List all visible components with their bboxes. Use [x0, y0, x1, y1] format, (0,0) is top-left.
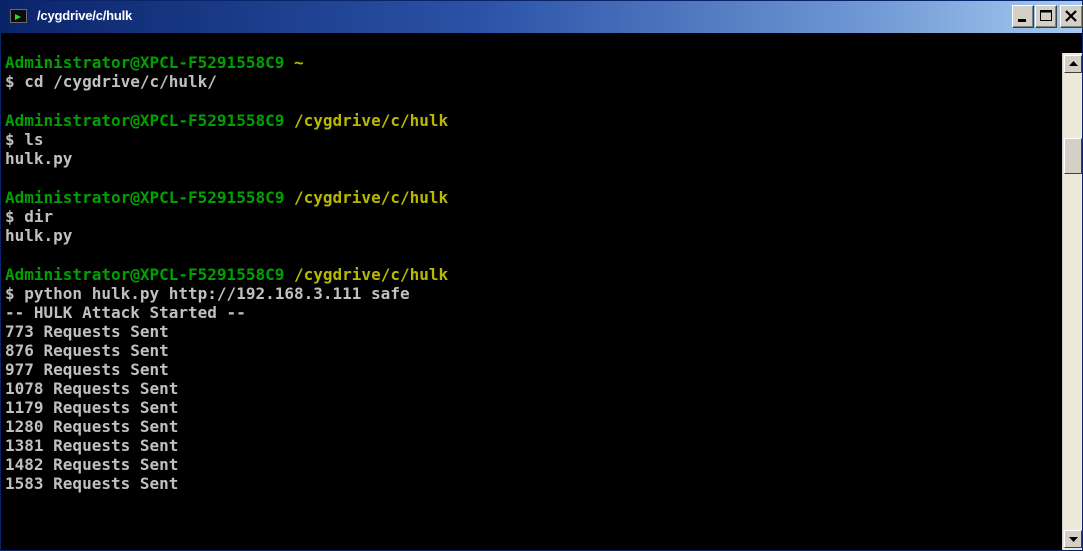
minimize-icon	[1018, 19, 1026, 22]
minimize-button[interactable]	[1012, 5, 1034, 28]
prompt-line: Administrator@XPCL-F5291558C9 ~	[5, 53, 1059, 72]
prompt-path: /cygdrive/c/hulk	[294, 111, 449, 130]
prompt-path: ~	[294, 53, 304, 72]
command-line: $ ls	[5, 130, 44, 149]
prompt-line: Administrator@XPCL-F5291558C9 /cygdrive/…	[5, 188, 1059, 207]
prompt-line: Administrator@XPCL-F5291558C9 /cygdrive/…	[5, 111, 1059, 130]
output-line: -- HULK Attack Started --	[5, 303, 246, 322]
prompt-user: Administrator@XPCL-F5291558C9	[5, 265, 285, 284]
prompt-line: Administrator@XPCL-F5291558C9 /cygdrive/…	[5, 265, 1059, 284]
output-line: hulk.py	[5, 226, 73, 245]
scroll-down-button[interactable]	[1064, 530, 1082, 548]
maximize-button[interactable]	[1035, 5, 1057, 28]
output-line: hulk.py	[5, 149, 73, 168]
terminal-icon	[10, 9, 27, 23]
vertical-scrollbar[interactable]	[1062, 53, 1082, 550]
output-line: 1179 Requests Sent	[5, 398, 179, 417]
scroll-up-button[interactable]	[1064, 55, 1082, 73]
output-line: 876 Requests Sent	[5, 341, 169, 360]
prompt-user: Administrator@XPCL-F5291558C9	[5, 53, 285, 72]
maximize-icon	[1040, 10, 1052, 21]
output-line: 1280 Requests Sent	[5, 417, 179, 436]
arrow-down-icon	[1069, 537, 1078, 542]
output-line: 977 Requests Sent	[5, 360, 169, 379]
prompt-path: /cygdrive/c/hulk	[294, 265, 449, 284]
output-line: 1078 Requests Sent	[5, 379, 179, 398]
output-line: 1482 Requests Sent	[5, 455, 179, 474]
scrollbar-thumb[interactable]	[1064, 138, 1082, 174]
output-line: 773 Requests Sent	[5, 322, 169, 341]
prompt-user: Administrator@XPCL-F5291558C9	[5, 188, 285, 207]
output-line: 1381 Requests Sent	[5, 436, 179, 455]
command-line: $ cd /cygdrive/c/hulk/	[5, 72, 217, 91]
window-title: /cygdrive/c/hulk	[37, 8, 133, 23]
title-bar[interactable]: /cygdrive/c/hulk	[1, 1, 1083, 33]
prompt-user: Administrator@XPCL-F5291558C9	[5, 111, 285, 130]
output-line: 1583 Requests Sent	[5, 474, 179, 493]
close-button[interactable]	[1060, 5, 1083, 28]
command-line: $ python hulk.py http://192.168.3.111 sa…	[5, 284, 410, 303]
terminal-window: /cygdrive/c/hulk Administrator@XPCL-F529…	[0, 0, 1083, 551]
close-icon	[1065, 10, 1077, 22]
command-line: $ dir	[5, 207, 54, 226]
terminal-output[interactable]: Administrator@XPCL-F5291558C9 ~ $ cd /cy…	[5, 53, 1059, 548]
arrow-up-icon	[1069, 61, 1078, 66]
prompt-path: /cygdrive/c/hulk	[294, 188, 449, 207]
